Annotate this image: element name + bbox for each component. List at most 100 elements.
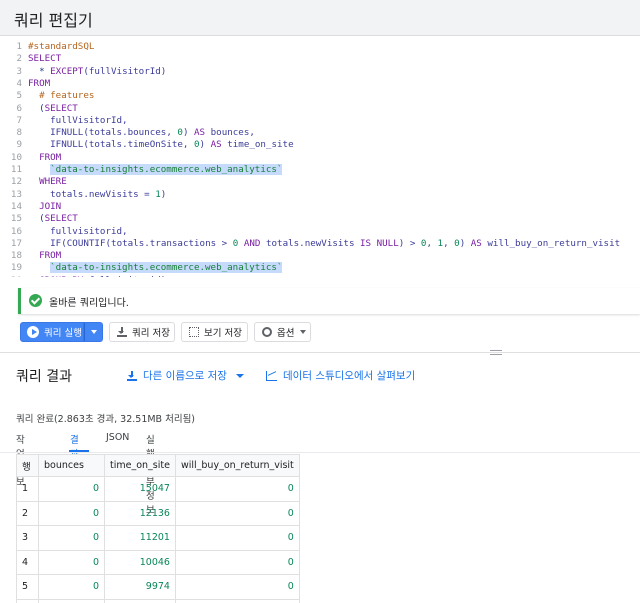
save-query-label: 쿼리 저장 [132, 328, 170, 339]
code-token: AS [194, 127, 206, 139]
table-cell: 5 [16, 574, 39, 600]
code-line[interactable]: 4 FROM [0, 78, 640, 90]
chevron-down-icon [91, 330, 97, 334]
code-text: WHERE [28, 176, 67, 188]
code-token: IF [50, 237, 62, 249]
tab-job-info[interactable]: 작업 정보 [16, 432, 25, 488]
code-line[interactable]: 15 (SELECT [0, 213, 640, 225]
tab-json[interactable]: JSON [106, 432, 129, 452]
code-line[interactable]: 16 fullvisitorid, [0, 226, 640, 238]
code-token: (totals.bounces, [83, 127, 178, 139]
line-number: 4 [16, 77, 22, 89]
play-icon [27, 326, 39, 338]
table-row: 2 0 12136 0 [16, 500, 300, 526]
table-row: 6095640 [16, 598, 300, 603]
table-cell: 0 [174, 476, 300, 502]
table-header-row: 행 bounces time_on_site will_buy_on_retur… [16, 454, 300, 477]
line-number: 5 [16, 90, 22, 102]
table-cell: 0 [174, 500, 300, 526]
code-line[interactable]: 14 JOIN [0, 201, 640, 213]
table-cell: 9564 [104, 598, 176, 603]
code-line[interactable]: 2 SELECT [0, 53, 640, 65]
column-header-will-buy: will_buy_on_return_visit [174, 454, 300, 477]
save-as-button[interactable]: 다른 이름으로 저장 [127, 368, 244, 383]
code-line[interactable]: 3 * EXCEPT(fullVisitorId) [0, 66, 640, 78]
table-cell: 0 [38, 476, 105, 502]
code-line[interactable]: 19 `data-to-insights.ecommerce.web_analy… [0, 262, 640, 274]
line-number: 3 [16, 65, 22, 77]
table-cell: 12136 [104, 500, 176, 526]
code-text: fullVisitorId, [28, 115, 127, 127]
resize-handle[interactable] [490, 350, 502, 355]
gear-icon [262, 327, 272, 337]
code-token: ) > [398, 237, 421, 249]
code-token: AS [210, 139, 222, 151]
code-token: will_buy_on_return_visit [481, 237, 621, 249]
data-studio-link[interactable]: 데이터 스튜디오에서 살펴보기 [266, 368, 415, 383]
code-token: # features [28, 90, 95, 102]
code-line[interactable]: 8 IFNULL(totals.bounces, 0) AS bounces, [0, 127, 640, 139]
code-text: FROM [28, 250, 61, 262]
table-cell: 10046 [104, 549, 176, 575]
code-line[interactable]: 5 # features [0, 90, 640, 102]
code-line[interactable]: 13 totals.newVisits = 1) [0, 189, 640, 201]
data-studio-label: 데이터 스튜디오에서 살펴보기 [283, 370, 416, 382]
code-token: fullvisitorid, [28, 225, 128, 237]
editor-header: 쿼리 편집기 [0, 0, 640, 36]
query-complete-info: 쿼리 완료(2.863초 경과, 32.51MB 처리됨) [16, 414, 196, 425]
code-line[interactable]: 17 IF(COUNTIF(totals.transactions > 0 AN… [0, 238, 640, 250]
code-editor[interactable]: 1 #standardSQL 2 SELECT 3 * EXCEPT(fullVisit… [0, 37, 640, 277]
code-token: IFNULL [50, 139, 84, 151]
code-text: IFNULL(totals.bounces, 0) AS bounces, [28, 127, 255, 139]
code-line[interactable]: 10 FROM [0, 152, 640, 164]
code-line[interactable]: 18 FROM [0, 250, 640, 262]
code-text: JOIN [28, 201, 61, 213]
line-number: 10 [10, 151, 22, 163]
save-query-button[interactable]: 쿼리 저장 [109, 322, 175, 342]
line-number: 9 [16, 139, 22, 151]
table-cell: 0 [38, 549, 105, 575]
tab-execution-details[interactable]: 실행 세부정보 [146, 432, 155, 516]
code-text: # features [28, 90, 94, 102]
code-token: ) [459, 237, 471, 249]
run-query-button[interactable]: 쿼리 실행 [20, 322, 84, 342]
code-line[interactable]: 1 #standardSQL [0, 41, 640, 53]
table-row: 3 0 11201 0 [16, 525, 300, 551]
code-text: totals.newVisits = 1) [28, 189, 166, 201]
code-line[interactable]: 20 GROUP BY fullvisitorid) [0, 275, 640, 277]
code-line[interactable]: 11 `data-to-insights.ecommerce.web_analy… [0, 164, 640, 176]
save-view-button[interactable]: 보기 저장 [181, 322, 248, 342]
save-as-label: 다른 이름으로 저장 [143, 370, 227, 382]
code-line[interactable]: 6 (SELECT [0, 103, 640, 115]
code-text: FROM [28, 78, 50, 90]
run-options-dropdown[interactable] [84, 322, 103, 342]
code-text: SELECT [28, 53, 61, 65]
code-token: AS [470, 237, 482, 249]
line-number: 7 [16, 114, 22, 126]
code-line[interactable]: 12 WHERE [0, 176, 640, 188]
code-token: totals.newVisits = [28, 188, 156, 200]
validation-status: 올바른 쿼리입니다. [18, 288, 640, 314]
line-number: 18 [10, 250, 22, 262]
code-token: fullvisitorid) [83, 275, 166, 277]
table-cell: 0 [174, 525, 300, 551]
download-icon [127, 370, 137, 381]
code-text: `data-to-insights.ecommerce.web_analytic… [28, 164, 283, 176]
tab-results[interactable]: 결과 [70, 432, 79, 460]
code-token: totals.newVisits [260, 237, 361, 249]
table-cell: 0 [174, 549, 300, 575]
code-line[interactable]: 7 fullVisitorId, [0, 115, 640, 127]
code-line[interactable]: 9 IFNULL(totals.timeOnSite, 0) AS time_o… [0, 139, 640, 151]
run-query-label: 쿼리 실행 [44, 328, 82, 339]
code-token: (totals.transactions > [105, 237, 233, 249]
code-text: * EXCEPT(fullVisitorId) [28, 66, 166, 78]
code-token: ) [199, 139, 211, 151]
options-button[interactable]: 옵션 [254, 322, 311, 342]
table-cell: 3 [16, 525, 39, 551]
